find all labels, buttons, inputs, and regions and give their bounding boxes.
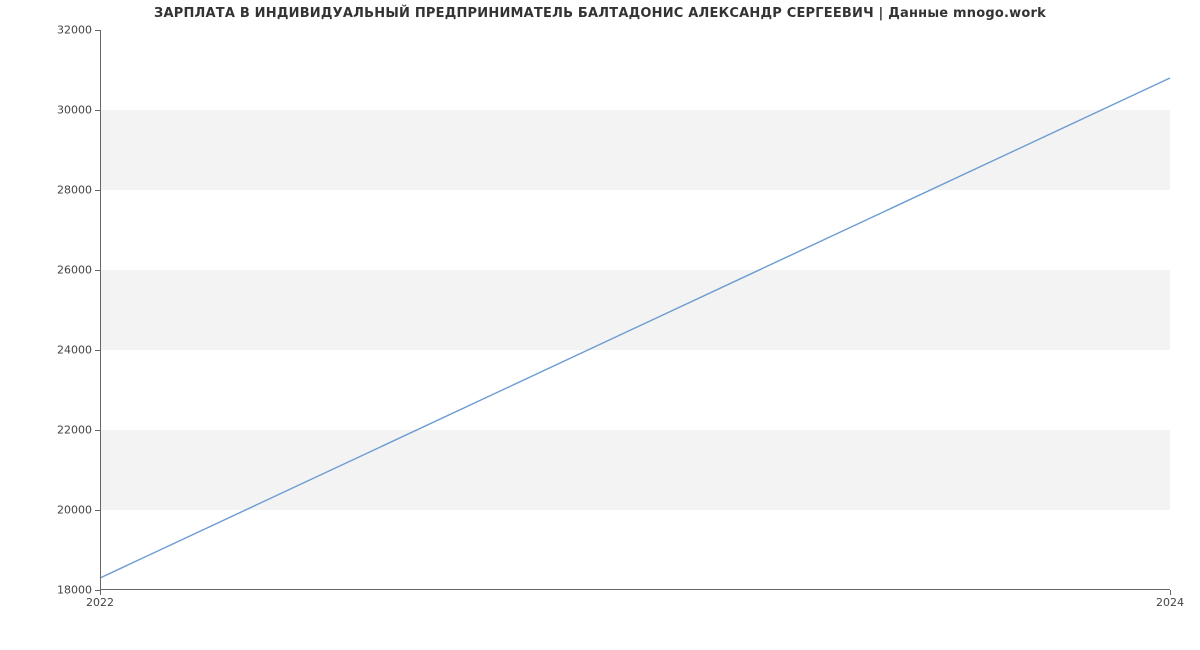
x-axis xyxy=(100,589,1170,590)
y-tick-label: 24000 xyxy=(57,344,100,357)
y-axis xyxy=(100,30,101,590)
series-line xyxy=(100,78,1170,578)
line-layer xyxy=(100,30,1170,590)
chart-container: ЗАРПЛАТА В ИНДИВИДУАЛЬНЫЙ ПРЕДПРИНИМАТЕЛ… xyxy=(0,0,1200,650)
y-tick-label: 22000 xyxy=(57,424,100,437)
y-tick-label: 28000 xyxy=(57,184,100,197)
x-tick-label: 2024 xyxy=(1156,590,1184,609)
y-tick-label: 30000 xyxy=(57,104,100,117)
x-tick-label: 2022 xyxy=(86,590,114,609)
y-tick-label: 26000 xyxy=(57,264,100,277)
plot-area: 1800020000220002400026000280003000032000… xyxy=(100,30,1170,590)
y-tick-label: 32000 xyxy=(57,24,100,37)
chart-title: ЗАРПЛАТА В ИНДИВИДУАЛЬНЫЙ ПРЕДПРИНИМАТЕЛ… xyxy=(0,6,1200,21)
y-tick-label: 20000 xyxy=(57,504,100,517)
